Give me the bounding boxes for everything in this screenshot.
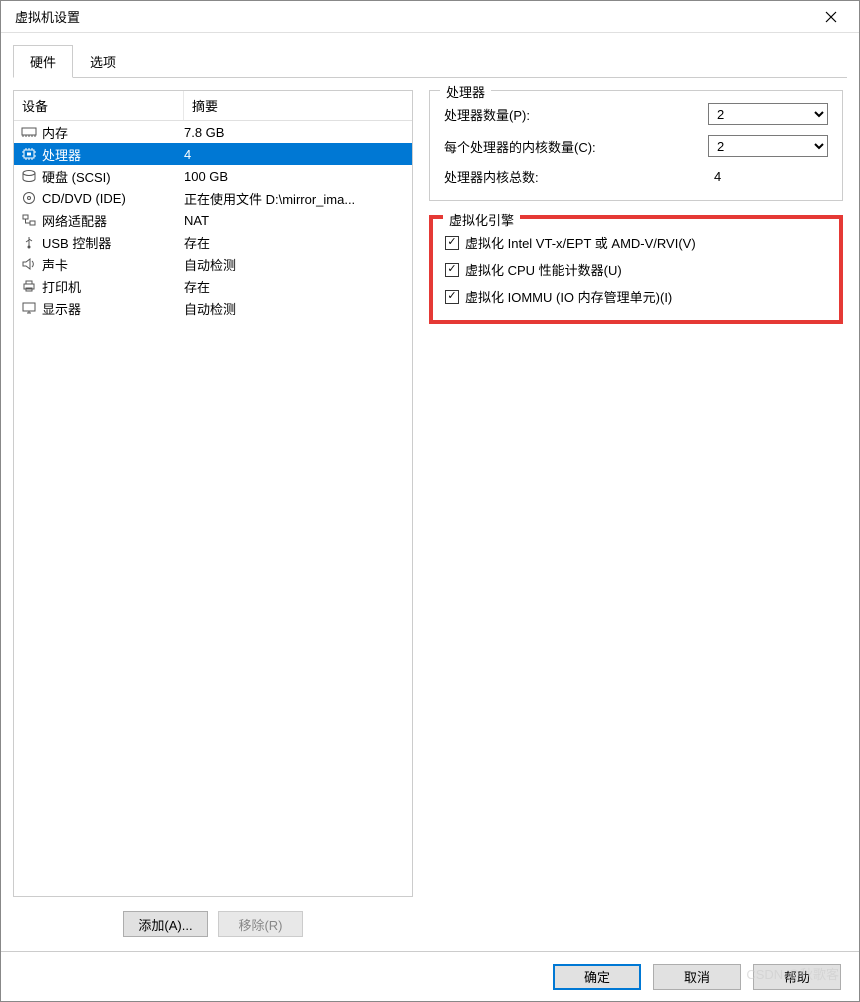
footer: 确定 取消 帮助 — [1, 951, 859, 1001]
device-row[interactable]: USB 控制器存在 — [14, 231, 412, 253]
dialog-body: 硬件 选项 设备 摘要 内存7.8 GB处理器4硬盘 (SCSI)100 GBC… — [1, 33, 859, 951]
device-name: 硬盘 (SCSI) — [42, 167, 184, 186]
processor-total-value: 4 — [708, 169, 828, 184]
device-panel: 设备 摘要 内存7.8 GB处理器4硬盘 (SCSI)100 GBCD/DVD … — [13, 90, 413, 897]
cancel-button[interactable]: 取消 — [653, 964, 741, 990]
processor-count-select[interactable]: 2 — [708, 103, 828, 125]
device-summary: NAT — [184, 213, 406, 228]
device-name: CD/DVD (IDE) — [42, 191, 184, 206]
tab-options[interactable]: 选项 — [73, 45, 133, 78]
cd-icon — [20, 190, 38, 206]
titlebar: 虚拟机设置 — [1, 1, 859, 33]
device-row[interactable]: 打印机存在 — [14, 275, 412, 297]
printer-icon — [20, 278, 38, 294]
help-button[interactable]: 帮助 — [753, 964, 841, 990]
list-header: 设备 摘要 — [14, 91, 412, 121]
device-summary: 7.8 GB — [184, 125, 406, 140]
usb-icon — [20, 234, 38, 250]
device-name: USB 控制器 — [42, 233, 184, 252]
window-title: 虚拟机设置 — [15, 7, 80, 26]
device-name: 显示器 — [42, 299, 184, 318]
device-row[interactable]: 处理器4 — [14, 143, 412, 165]
processor-cores-label: 每个处理器的内核数量(C): — [444, 137, 708, 156]
device-summary: 自动检测 — [184, 255, 406, 274]
device-row[interactable]: CD/DVD (IDE)正在使用文件 D:\mirror_ima... — [14, 187, 412, 209]
processor-count-label: 处理器数量(P): — [444, 105, 708, 124]
device-name: 内存 — [42, 123, 184, 142]
device-row[interactable]: 声卡自动检测 — [14, 253, 412, 275]
device-list: 内存7.8 GB处理器4硬盘 (SCSI)100 GBCD/DVD (IDE)正… — [14, 121, 412, 896]
close-icon — [825, 11, 837, 23]
device-summary: 自动检测 — [184, 299, 406, 318]
device-summary: 4 — [184, 147, 406, 162]
network-icon — [20, 212, 38, 228]
vt-label: 虚拟化 Intel VT-x/EPT 或 AMD-V/RVI(V) — [465, 233, 696, 252]
col-device[interactable]: 设备 — [14, 91, 184, 120]
perf-checkbox[interactable] — [445, 263, 459, 277]
processor-group: 处理器 处理器数量(P): 2 每个处理器的内核数量(C): 2 处理器内核总数… — [429, 90, 843, 201]
detail-panel: 处理器 处理器数量(P): 2 每个处理器的内核数量(C): 2 处理器内核总数… — [429, 90, 847, 897]
virtualization-group-title: 虚拟化引擎 — [443, 210, 520, 229]
device-row[interactable]: 内存7.8 GB — [14, 121, 412, 143]
sound-icon — [20, 256, 38, 272]
device-row[interactable]: 硬盘 (SCSI)100 GB — [14, 165, 412, 187]
vt-checkbox[interactable] — [445, 236, 459, 250]
col-summary[interactable]: 摘要 — [184, 91, 412, 120]
device-summary: 100 GB — [184, 169, 406, 184]
virtualization-group: 虚拟化引擎 虚拟化 Intel VT-x/EPT 或 AMD-V/RVI(V) … — [429, 215, 843, 324]
device-name: 声卡 — [42, 255, 184, 274]
add-button[interactable]: 添加(A)... — [123, 911, 208, 937]
device-summary: 正在使用文件 D:\mirror_ima... — [184, 189, 406, 208]
disk-icon — [20, 168, 38, 184]
device-name: 打印机 — [42, 277, 184, 296]
perf-label: 虚拟化 CPU 性能计数器(U) — [465, 260, 622, 279]
tabs: 硬件 选项 — [13, 45, 847, 78]
processor-group-title: 处理器 — [440, 82, 491, 101]
memory-icon — [20, 124, 38, 140]
remove-button[interactable]: 移除(R) — [218, 911, 303, 937]
vm-settings-window: 虚拟机设置 硬件 选项 设备 摘要 内存7.8 GB处理器4硬盘 (SCSI)1… — [0, 0, 860, 1002]
ok-button[interactable]: 确定 — [553, 964, 641, 990]
device-summary: 存在 — [184, 233, 406, 252]
iommu-label: 虚拟化 IOMMU (IO 内存管理单元)(I) — [465, 287, 672, 306]
device-name: 处理器 — [42, 145, 184, 164]
cpu-icon — [20, 146, 38, 162]
device-summary: 存在 — [184, 277, 406, 296]
display-icon — [20, 300, 38, 316]
tab-hardware[interactable]: 硬件 — [13, 45, 73, 78]
processor-cores-select[interactable]: 2 — [708, 135, 828, 157]
close-button[interactable] — [811, 1, 851, 32]
iommu-checkbox[interactable] — [445, 290, 459, 304]
content: 设备 摘要 内存7.8 GB处理器4硬盘 (SCSI)100 GBCD/DVD … — [13, 78, 847, 897]
device-row[interactable]: 显示器自动检测 — [14, 297, 412, 319]
device-row[interactable]: 网络适配器NAT — [14, 209, 412, 231]
processor-total-label: 处理器内核总数: — [444, 167, 708, 186]
device-name: 网络适配器 — [42, 211, 184, 230]
